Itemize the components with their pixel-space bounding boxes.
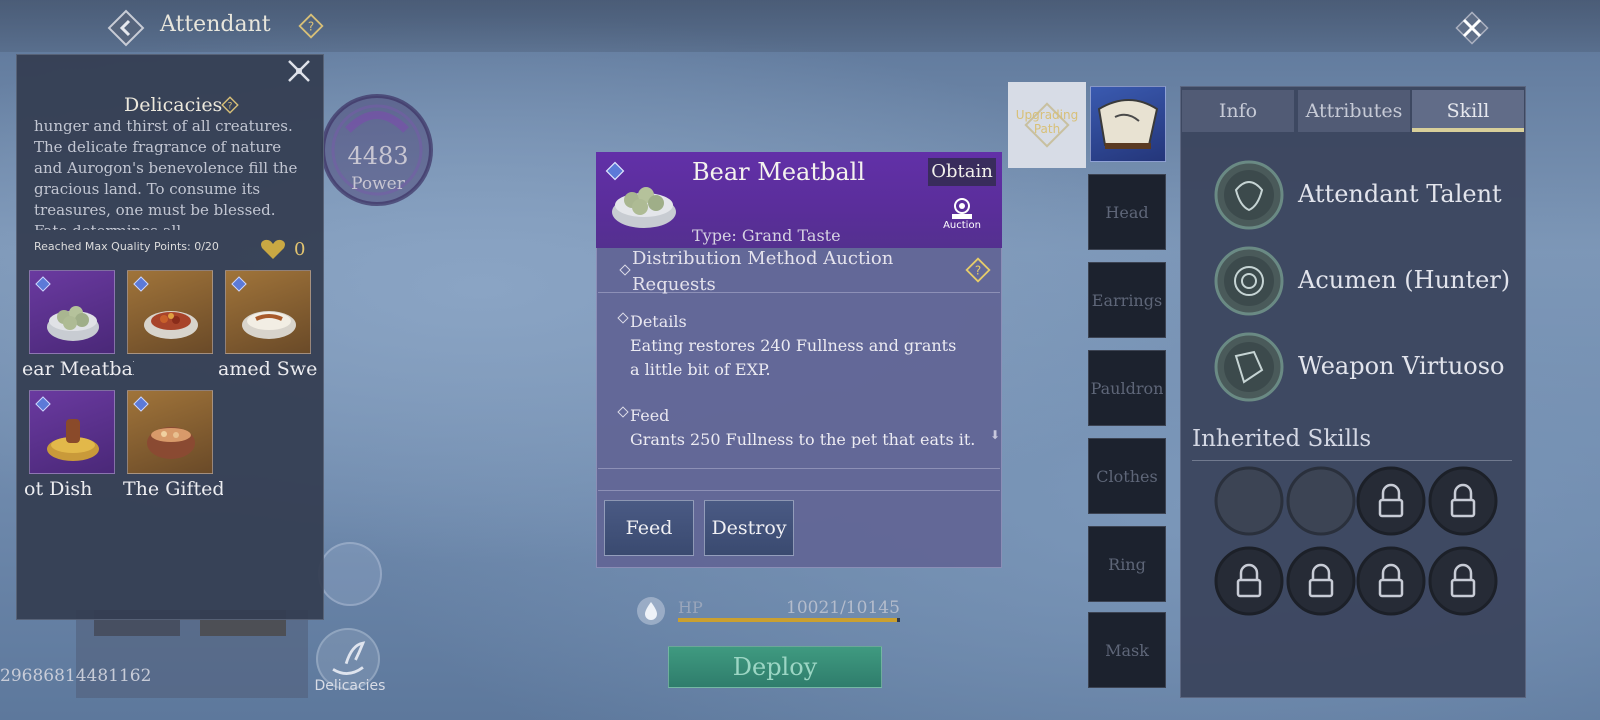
inherited-skill-slot[interactable]: [1214, 466, 1284, 536]
rarity-gem-icon: [133, 396, 149, 412]
obtain-button[interactable]: Obtain: [928, 158, 996, 186]
lock-icon[interactable]: [1214, 546, 1284, 616]
power-label: Power: [351, 174, 405, 194]
quality-points-text: Reached Max Quality Points: 0/20: [34, 240, 219, 253]
stir-fry-dish-icon: [144, 311, 198, 339]
help-icon[interactable]: ?: [298, 13, 324, 39]
meatball-bowl-icon: [47, 306, 99, 341]
delicacy-tile[interactable]: [225, 270, 311, 354]
water-drop-icon: [637, 597, 665, 625]
panel-title: Delicacies: [124, 94, 223, 116]
fan-weapon-icon: [1097, 99, 1159, 149]
svg-text:?: ?: [308, 20, 314, 34]
moon-icon[interactable]: [318, 542, 382, 606]
delicacy-label: amed Sweet: [218, 358, 318, 380]
feed-button[interactable]: Feed: [604, 500, 694, 556]
item-type: Type: Grand Taste: [692, 226, 841, 245]
skill-name: Attendant Talent: [1298, 180, 1502, 208]
rice-dish-icon: [242, 311, 296, 339]
skill-name: Weapon Virtuoso: [1298, 352, 1505, 380]
equip-slot-clothes[interactable]: Clothes: [1088, 438, 1166, 514]
scroll-down-icon[interactable]: ⬇: [990, 428, 1000, 442]
feed-title: Feed: [630, 406, 670, 425]
upgrading-path-label: Upgrading Path: [1015, 108, 1079, 136]
destroy-button[interactable]: Destroy: [704, 500, 794, 556]
close-window-button[interactable]: [1452, 8, 1492, 48]
delicacy-tile[interactable]: [29, 390, 115, 474]
player-id: 29686814481162: [0, 666, 152, 686]
help-icon[interactable]: ?: [221, 96, 239, 114]
power-value: 4483: [347, 142, 409, 170]
rarity-gem-icon: [231, 276, 247, 292]
divider: [598, 490, 1000, 491]
details-text: Eating restores 240 Fullness and grants …: [630, 336, 957, 379]
divider: [1192, 460, 1512, 461]
delicacy-label: The Gifted: [123, 478, 223, 500]
tab-info[interactable]: Info: [1182, 90, 1294, 132]
panel-description: hunger and thirst of all creatures. The …: [34, 117, 298, 230]
rarity-gem-icon: [35, 276, 51, 292]
lock-icon[interactable]: [1428, 546, 1498, 616]
item-name: Bear Meatball: [692, 158, 866, 186]
inherited-skills-title: Inherited Skills: [1192, 426, 1372, 452]
weapon-slot[interactable]: [1090, 86, 1166, 162]
weapon-virtuoso-icon[interactable]: [1214, 332, 1284, 402]
svg-text:?: ?: [228, 102, 233, 112]
svg-text:?: ?: [975, 264, 981, 278]
lock-icon[interactable]: [1356, 546, 1426, 616]
auction-icon[interactable]: [948, 196, 976, 222]
delicacies-nav-label: Delicacies: [314, 678, 386, 694]
heart-count: 0: [294, 239, 306, 260]
inherited-skill-slot[interactable]: [1286, 466, 1356, 536]
hp-label: HP: [678, 598, 703, 617]
lock-icon[interactable]: [1356, 466, 1426, 536]
equip-slot-earrings[interactable]: Earrings: [1088, 262, 1166, 338]
close-icon[interactable]: [284, 56, 314, 86]
help-icon[interactable]: ?: [964, 256, 992, 284]
delicacy-tile[interactable]: [127, 270, 213, 354]
delicacy-label: ear Meatbal: [22, 358, 134, 380]
distribution-method: Distribution Method Auction Requests: [632, 248, 894, 295]
delicacy-label: ot Dish: [24, 478, 93, 500]
feed-text: Grants 250 Fullness to the pet that eats…: [630, 430, 976, 448]
heart-icon: [261, 239, 285, 259]
clay-pot-icon: [147, 427, 195, 459]
active-tab-indicator: [1412, 128, 1524, 132]
equip-slot-mask[interactable]: Mask: [1088, 612, 1166, 688]
lock-icon[interactable]: [1286, 546, 1356, 616]
deploy-button[interactable]: Deploy: [668, 646, 882, 688]
hp-value: 10021/10145: [786, 598, 900, 618]
divider: [598, 292, 1000, 293]
auction-label: Auction: [943, 220, 981, 231]
meatball-bowl-icon: [612, 187, 676, 228]
talent-icon[interactable]: [1214, 160, 1284, 230]
delicacy-tile-meatball[interactable]: [29, 270, 115, 354]
hp-bar-fill: [678, 618, 897, 622]
equip-slot-ring[interactable]: Ring: [1088, 526, 1166, 602]
divider: [598, 468, 1000, 469]
equip-slot-head[interactable]: Head: [1088, 174, 1166, 250]
hot-pot-icon: [47, 419, 99, 461]
delicacy-tile[interactable]: [127, 390, 213, 474]
equip-slot-pauldron[interactable]: Pauldron: [1088, 350, 1166, 426]
details-title: Details: [630, 312, 687, 331]
skill-name: Acumen (Hunter): [1298, 266, 1511, 294]
acumen-icon[interactable]: [1214, 246, 1284, 316]
tab-skill[interactable]: Skill: [1412, 90, 1524, 132]
lock-icon[interactable]: [1428, 466, 1498, 536]
rarity-gem-icon: [133, 276, 149, 292]
page-title: Attendant: [160, 12, 271, 37]
back-button[interactable]: [104, 6, 148, 50]
rarity-gem-icon: [35, 396, 51, 412]
tab-attributes[interactable]: Attributes: [1298, 90, 1410, 132]
